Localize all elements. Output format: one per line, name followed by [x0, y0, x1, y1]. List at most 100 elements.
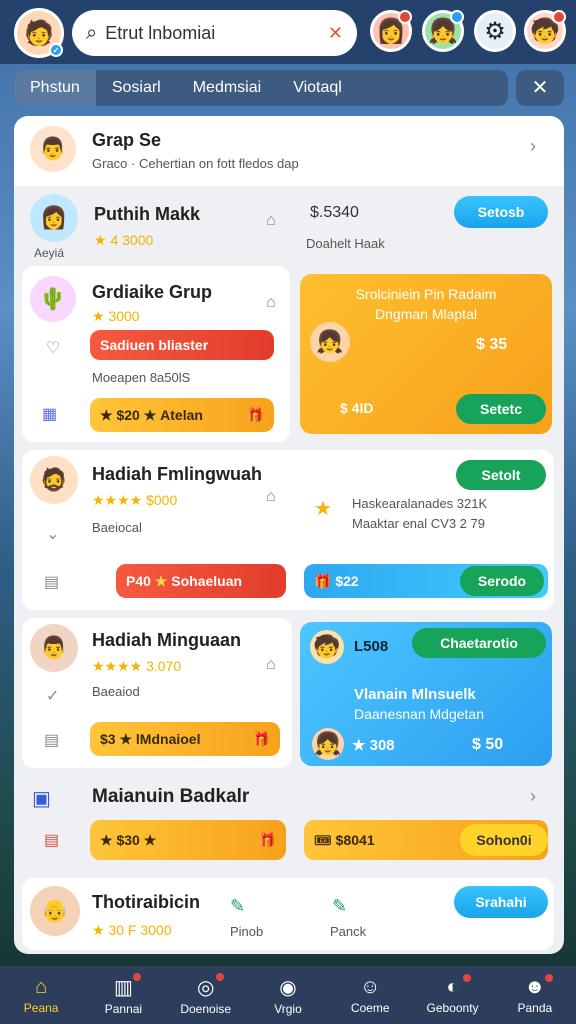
user-price-label: Doahelt Haak — [306, 236, 385, 251]
gift-group-avatar-3: 👨 — [30, 624, 78, 672]
group-header-row[interactable]: 👨 Grap Se Graco · Cehertian on fott fled… — [14, 116, 564, 186]
offer-price2-1: $ 4lD — [340, 400, 374, 416]
bottom-user-stars-text: 30 F 3000 — [108, 922, 172, 938]
pin-icon[interactable]: ✎ — [230, 896, 245, 917]
bottom-user-action-2[interactable]: Panck — [330, 924, 366, 939]
offer-avatar-3: 👧 — [312, 728, 344, 760]
bottom-user-button[interactable]: Srahahi — [454, 886, 548, 918]
checkmark-icon[interactable]: ✓ — [46, 686, 59, 706]
home-icon[interactable]: ⌂ — [266, 488, 276, 506]
friend-avatar-2[interactable]: 👧 — [422, 10, 464, 52]
settings-icon[interactable]: ⚙ — [474, 10, 516, 52]
nav-item-5[interactable]: ◐ Geboonty — [415, 971, 491, 1015]
chevron-right-icon[interactable]: › — [530, 786, 536, 807]
gift-pill-red-1[interactable]: Sadiuen bliaster — [90, 330, 274, 360]
gift-note-1: Haskearalanades 321K — [352, 496, 488, 511]
gift-group-stars-text-3: 3.070 — [146, 658, 182, 674]
bottom-user-stars: ★ 30 F 3000 — [92, 922, 172, 938]
tab-2[interactable]: Medmsiai — [177, 79, 277, 97]
tab-3[interactable]: Viotaql — [277, 79, 358, 97]
gift-group-sub-3: Baeaiod — [92, 684, 140, 699]
nav-item-0[interactable]: ⌂ Peana — [3, 976, 79, 1015]
gift-pill-text: lMdnaioel — [135, 731, 201, 747]
nav-badge-icon — [213, 970, 226, 983]
online-badge-icon — [450, 10, 464, 24]
gift-box-icon: 🎁 — [258, 831, 276, 848]
gift-pill-count: $3 — [100, 731, 116, 747]
gift-box-icon: 🎁 — [246, 406, 264, 423]
nav-item-4[interactable]: ☺ Coeme — [332, 976, 408, 1015]
gift-box-icon: 🎁 — [314, 572, 336, 589]
offer-price-2: $ 50 — [472, 736, 504, 753]
star-icon: ★ — [314, 498, 332, 520]
chevron-down-icon[interactable]: ⌄ — [46, 524, 59, 544]
offer-button-2[interactable]: Chaetarotio — [412, 628, 546, 658]
star-icon: ★ — [115, 730, 136, 747]
section-title: Maianuin Badkalr — [92, 786, 250, 807]
save-icon[interactable]: ▤ — [44, 730, 59, 750]
star-icon: ★ — [150, 572, 172, 589]
nav-badge-icon — [460, 971, 473, 984]
section-pill-value-2: $8041 — [335, 832, 375, 848]
save-icon[interactable]: ▤ — [44, 572, 59, 592]
search-icon: ⌕ — [86, 21, 98, 44]
search-input[interactable]: Etrut lnbomiai — [105, 23, 328, 44]
gift-pill-orange-1[interactable]: ★ $20 ★ Atelan 🎁 — [90, 398, 274, 432]
profile-avatar[interactable]: 🧑 ✓ — [14, 8, 64, 58]
verified-badge-icon: ✓ — [49, 43, 63, 57]
star-icon: ★ — [100, 406, 117, 423]
tab-1[interactable]: Sosiarl — [96, 79, 177, 97]
offer-stat-2: ★ 308 — [352, 737, 395, 754]
home-icon[interactable]: ⌂ — [266, 294, 276, 312]
community-icon: ☺ — [360, 975, 381, 998]
offer-card-2[interactable]: 🧒 L508 Chaetarotio Vlanain Mlnsuelk Daan… — [300, 622, 552, 766]
home-icon[interactable]: ⌂ — [266, 212, 276, 230]
nav-label-4: Coeme — [350, 1000, 390, 1015]
bottom-user-action-1[interactable]: Pinob — [230, 924, 263, 939]
gift-pill-red-text: Sadiuen bliaster — [100, 337, 209, 353]
friend-avatar-3[interactable]: 🧒 — [524, 10, 566, 52]
nav-label-6: Panda — [517, 1000, 553, 1015]
nav-label-3: Vrgio — [274, 1001, 302, 1016]
group-sub: Graco · Cehertian on fott fledos dap — [92, 156, 299, 171]
clear-search-icon[interactable]: ✕ — [328, 23, 343, 44]
bottom-user-row[interactable]: 👴 Thotiraibicin ★ 30 F 3000 ✎ Pinob ✎ Pa… — [22, 878, 554, 950]
gift-pill-blue-text: $22 — [335, 573, 359, 589]
nav-item-6[interactable]: ☻ Panda — [497, 971, 573, 1015]
gift-group-sub-1: Moeapen 8a50lS — [92, 370, 191, 385]
nav-label-0: Peana — [23, 1000, 59, 1015]
heart-icon[interactable]: ♡ — [46, 338, 60, 358]
chevron-right-icon[interactable]: › — [530, 136, 536, 157]
offer-price-1: $ 35 — [476, 336, 508, 353]
pack-icon[interactable]: ✎ — [332, 896, 347, 917]
gift-group-avatar-1: 🌵 — [30, 276, 76, 322]
offer-count-2: L508 — [354, 638, 389, 655]
search-bar[interactable]: ⌕ Etrut lnbomiai ✕ — [72, 10, 357, 56]
nav-item-1[interactable]: ▥ Pannai — [85, 970, 161, 1016]
save-icon[interactable]: ▤ — [44, 830, 59, 850]
home-icon[interactable]: ⌂ — [266, 656, 276, 674]
gift-group-button-2[interactable]: Setolt — [456, 460, 546, 490]
offer-card-1[interactable]: Srolciniein Pin Radaim Dngman Mlaptal 👧 … — [300, 274, 552, 434]
offer-button-1[interactable]: Setetc — [456, 394, 546, 424]
gift-group-stars-text-2: $000 — [146, 492, 178, 508]
grid-icon[interactable]: ▦ — [42, 404, 57, 424]
nav-item-3[interactable]: ◉ Vrgio — [250, 975, 326, 1016]
close-button[interactable]: ✕ — [516, 70, 564, 106]
offer-title-1: Srolciniein Pin Radaim — [355, 286, 497, 302]
bottom-nav: ⌂ Peana ▥ Pannai ◎ Doenoise ◉ Vrgio ☺ Coeme ◐… — [0, 966, 576, 1024]
user-action-button[interactable]: Setosb — [454, 196, 548, 228]
nav-item-2[interactable]: ◎ Doenoise — [168, 970, 244, 1016]
tab-0[interactable]: Phstun — [14, 70, 96, 106]
gift-group-name-2: Hadiah Fmlingwuah — [92, 464, 263, 484]
gift-pill-orange-3[interactable]: $3 ★ lMdnaioel 🎁 — [90, 722, 280, 756]
section-yellow-button[interactable]: Sohon0i — [460, 824, 548, 856]
video-icon: ◉ — [279, 976, 297, 999]
gift-pill-blue-button[interactable]: Serodo — [460, 566, 544, 596]
nav-badge-icon — [542, 971, 555, 984]
friend-avatar-1[interactable]: 👩 — [370, 10, 412, 52]
gift-pill-red-2[interactable]: P40 ★ Sohaeluan — [116, 564, 286, 598]
section-pill-orange[interactable]: ★ $30 ★ 🎁 — [90, 820, 286, 860]
section-header-row[interactable]: ▣ Maianuin Badkalr › — [22, 776, 554, 822]
user-stars: ★ 4 3000 — [94, 232, 154, 248]
